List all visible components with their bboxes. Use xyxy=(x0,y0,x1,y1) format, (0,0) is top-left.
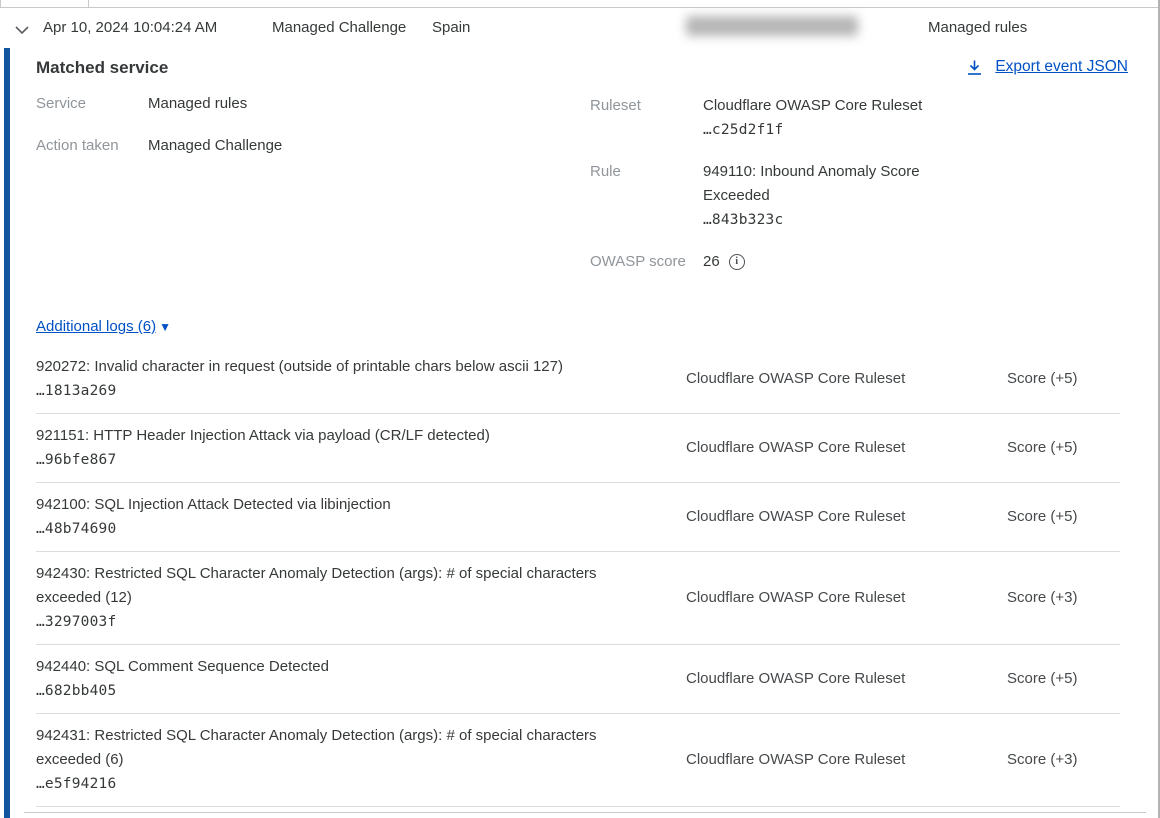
log-row: 942440: SQL Comment Sequence Detected …6… xyxy=(36,645,1120,714)
owasp-score-value: 26 xyxy=(703,250,720,274)
event-service: Managed rules xyxy=(928,18,1027,38)
log-row: 942431: Restricted SQL Character Anomaly… xyxy=(36,714,1120,807)
log-row: 942430: Restricted SQL Character Anomaly… xyxy=(36,552,1120,645)
field-label: Action taken xyxy=(36,136,148,156)
event-summary-row[interactable]: Apr 10, 2024 10:04:24 AM Managed Challen… xyxy=(0,9,1158,48)
log-rule-title: 942440: SQL Comment Sequence Detected xyxy=(36,655,686,679)
field-owasp-score: OWASP score 26 i xyxy=(590,250,941,274)
matched-service-section: Matched service Export event JSON Servic… xyxy=(0,48,1158,818)
chevron-down-icon[interactable] xyxy=(13,21,31,39)
section-title: Matched service xyxy=(36,58,168,77)
log-rule-hash: …1813a269 xyxy=(36,379,686,403)
rule-id-hash: …843b323c xyxy=(703,212,783,228)
log-rule-hash: …96bfe867 xyxy=(36,448,686,472)
ruleset-name: Cloudflare OWASP Core Ruleset xyxy=(703,97,922,114)
log-row: 920272: Invalid character in request (ou… xyxy=(36,345,1120,414)
log-ruleset-name: Cloudflare OWASP Core Ruleset xyxy=(686,438,971,458)
log-score: Score (+5) xyxy=(971,507,1120,527)
log-rule-hash: …3297003f xyxy=(36,610,686,634)
field-action-taken: Action taken Managed Challenge xyxy=(36,136,590,156)
log-rule-hash: …48b74690 xyxy=(36,517,686,541)
log-rule-hash: …e5f94216 xyxy=(36,772,686,796)
log-score: Score (+3) xyxy=(971,750,1120,770)
log-row: 921151: HTTP Header Injection Attack via… xyxy=(36,414,1120,483)
log-rule-title: 942100: SQL Injection Attack Detected vi… xyxy=(36,493,686,517)
field-ruleset: Ruleset Cloudflare OWASP Core Ruleset …c… xyxy=(590,94,941,142)
field-rule: Rule 949110: Inbound Anomaly Score Excee… xyxy=(590,160,941,232)
log-ruleset-name: Cloudflare OWASP Core Ruleset xyxy=(686,588,971,608)
next-row-divider xyxy=(24,812,1146,813)
additional-logs-list: 920272: Invalid character in request (ou… xyxy=(36,345,1120,807)
log-row: 942100: SQL Injection Attack Detected vi… xyxy=(36,483,1120,552)
field-label: OWASP score xyxy=(590,250,703,274)
field-label: Ruleset xyxy=(590,94,703,142)
additional-logs-label: Additional logs (6) xyxy=(36,318,156,335)
log-rule-hash: …682bb405 xyxy=(36,679,686,703)
rule-name: 949110: Inbound Anomaly Score Exceeded xyxy=(703,163,920,204)
log-score: Score (+5) xyxy=(971,369,1120,389)
event-timestamp: Apr 10, 2024 10:04:24 AM xyxy=(43,18,217,38)
caret-down-icon: ▼ xyxy=(159,320,171,334)
additional-logs-toggle[interactable]: Additional logs (6) ▼ xyxy=(36,318,171,335)
export-event-json-link[interactable]: Export event JSON xyxy=(966,58,1128,76)
log-score: Score (+5) xyxy=(971,438,1120,458)
field-label: Rule xyxy=(590,160,703,232)
log-ruleset-name: Cloudflare OWASP Core Ruleset xyxy=(686,750,971,770)
field-value: Managed Challenge xyxy=(148,136,282,156)
log-ruleset-name: Cloudflare OWASP Core Ruleset xyxy=(686,369,971,389)
info-icon[interactable]: i xyxy=(729,254,745,270)
log-ruleset-name: Cloudflare OWASP Core Ruleset xyxy=(686,507,971,527)
log-ruleset-name: Cloudflare OWASP Core Ruleset xyxy=(686,669,971,689)
log-rule-title: 942431: Restricted SQL Character Anomaly… xyxy=(36,724,686,772)
field-service: Service Managed rules xyxy=(36,94,590,114)
ruleset-id-hash: …c25d2f1f xyxy=(703,122,783,138)
log-score: Score (+5) xyxy=(971,669,1120,689)
log-rule-title: 920272: Invalid character in request (ou… xyxy=(36,355,686,379)
download-icon xyxy=(966,59,983,76)
event-action: Managed Challenge xyxy=(272,18,406,38)
event-detail-panel: Apr 10, 2024 10:04:24 AM Managed Challen… xyxy=(0,0,1160,818)
redacted-host-value xyxy=(686,16,858,36)
matched-service-fields: Service Managed rules Action taken Manag… xyxy=(36,94,1158,292)
log-score: Score (+3) xyxy=(971,588,1120,608)
log-rule-title: 921151: HTTP Header Injection Attack via… xyxy=(36,424,686,448)
event-country: Spain xyxy=(432,18,470,38)
log-rule-title: 942430: Restricted SQL Character Anomaly… xyxy=(36,562,686,610)
field-value: Managed rules xyxy=(148,94,247,114)
export-event-json-label: Export event JSON xyxy=(995,58,1128,76)
field-label: Service xyxy=(36,94,148,114)
table-top-edge xyxy=(0,0,1158,8)
